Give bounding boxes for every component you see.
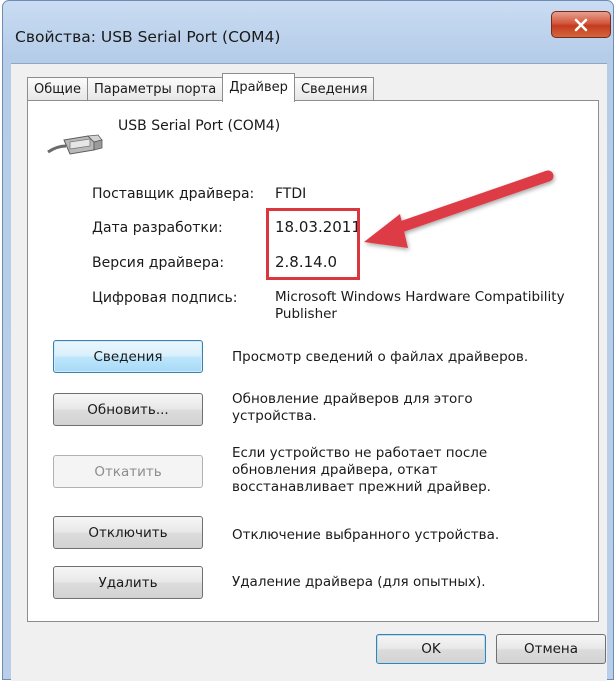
provider-value: FTDI (275, 186, 307, 202)
update-driver-desc-line2: устройства. (232, 408, 317, 424)
tab-general[interactable]: Общие (27, 77, 88, 101)
disable-device-button[interactable]: Отключить (53, 516, 203, 549)
disable-device-desc: Отключение выбранного устройства. (232, 527, 500, 543)
driver-details-desc: Просмотр сведений о файлах драйверов. (232, 349, 529, 365)
annotation-highlight-box (266, 208, 360, 280)
date-label: Дата разработки: (92, 220, 223, 236)
signature-value-line2: Publisher (275, 306, 337, 322)
device-name: USB Serial Port (COM4) (118, 118, 281, 134)
update-driver-button[interactable]: Обновить... (53, 393, 203, 426)
driver-details-button[interactable]: Сведения (53, 340, 203, 373)
tab-strip: Общие Параметры порта Драйвер Сведения (27, 73, 375, 102)
cancel-button[interactable]: Отмена (496, 634, 606, 664)
tab-port-settings[interactable]: Параметры порта (86, 77, 224, 101)
uninstall-driver-button[interactable]: Удалить (53, 566, 203, 599)
uninstall-driver-desc: Удаление драйвера (для опытных). (232, 574, 486, 590)
signature-value-line1: Microsoft Windows Hardware Compatibility (275, 289, 565, 305)
tab-driver[interactable]: Драйвер (222, 73, 295, 102)
update-driver-desc-line1: Обновление драйверов для этого (232, 391, 473, 407)
provider-label: Поставщик драйвера: (92, 186, 255, 202)
signature-label: Цифровая подпись: (92, 290, 238, 306)
usb-plug-icon (47, 134, 103, 155)
version-label: Версия драйвера: (92, 255, 225, 271)
ok-button[interactable]: OK (376, 634, 486, 664)
rollback-driver-desc-line3: восстанавливает прежний драйвер. (232, 479, 491, 495)
window-title: Свойства: USB Serial Port (COM4) (15, 28, 281, 46)
rollback-driver-button[interactable]: Откатить (53, 455, 203, 488)
rollback-driver-desc-line2: обновления драйвера, откат (232, 462, 438, 478)
rollback-driver-desc-line1: Если устройство не работает после (232, 445, 488, 461)
tab-details[interactable]: Сведения (293, 77, 375, 101)
close-button[interactable] (551, 11, 611, 38)
close-icon (574, 18, 588, 31)
